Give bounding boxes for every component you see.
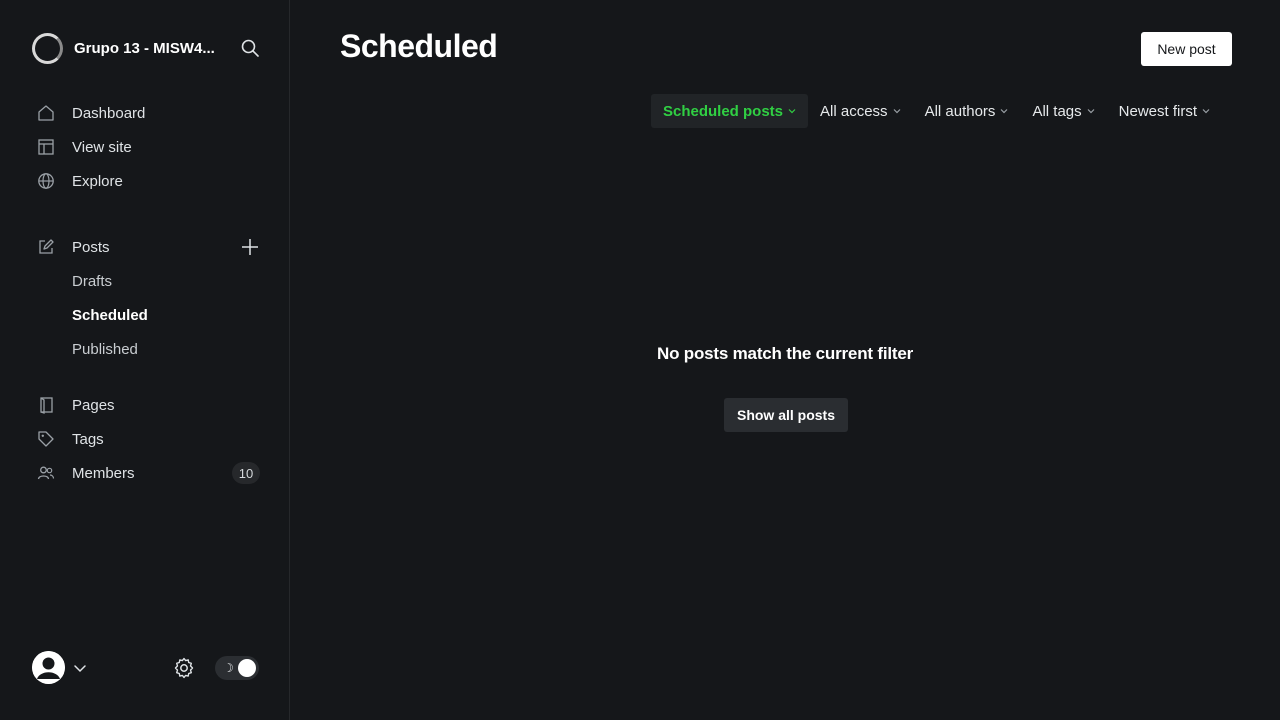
members-count-badge: 10 — [232, 462, 260, 484]
theme-toggle[interactable]: ☽ — [215, 656, 259, 680]
nav-view-site[interactable]: View site — [36, 135, 260, 159]
filter-authors[interactable]: All authors — [913, 94, 1021, 128]
filter-tags[interactable]: All tags — [1020, 94, 1106, 128]
filter-bar: Scheduled posts All access All authors A… — [651, 94, 1222, 128]
site-brand[interactable]: Grupo 13 - MISW4... — [32, 32, 262, 64]
nav-posts-label: Posts — [72, 238, 110, 256]
nav-tags[interactable]: Tags — [36, 427, 260, 451]
nav-view-site-label: View site — [72, 138, 132, 156]
filter-order-label: Newest first — [1118, 102, 1197, 120]
chevron-down-icon — [788, 107, 796, 115]
subnav-drafts[interactable]: Drafts — [72, 269, 112, 293]
members-icon — [36, 463, 56, 483]
new-post-plus-icon[interactable] — [238, 235, 262, 259]
filter-tags-label: All tags — [1032, 102, 1082, 120]
edit-icon — [36, 237, 56, 257]
avatar[interactable] — [32, 651, 65, 684]
layout-icon — [36, 137, 56, 157]
subnav-scheduled[interactable]: Scheduled — [72, 303, 148, 327]
tag-icon — [36, 429, 56, 449]
nav-pages[interactable]: Pages — [36, 393, 260, 417]
filter-order[interactable]: Newest first — [1107, 94, 1222, 128]
subnav-published[interactable]: Published — [72, 337, 138, 361]
moon-icon: ☽ — [223, 661, 234, 675]
page-title: Scheduled — [340, 28, 498, 64]
filter-type-label: Scheduled posts — [663, 102, 784, 120]
nav-explore-label: Explore — [72, 172, 123, 190]
search-icon[interactable] — [240, 38, 260, 58]
sidebar: Grupo 13 - MISW4... Dashboard View site … — [0, 0, 290, 720]
nav-posts[interactable]: Posts — [36, 235, 260, 259]
home-icon — [36, 103, 56, 123]
chevron-down-icon — [1202, 107, 1210, 115]
new-post-button[interactable]: New post — [1141, 32, 1232, 66]
nav-tags-label: Tags — [72, 430, 104, 448]
chevron-down-icon[interactable] — [72, 660, 88, 676]
filter-access-label: All access — [820, 102, 888, 120]
chevron-down-icon — [1000, 107, 1008, 115]
filter-authors-label: All authors — [924, 102, 996, 120]
globe-icon — [36, 171, 56, 191]
nav-members[interactable]: Members — [36, 461, 260, 485]
nav-dashboard-label: Dashboard — [72, 104, 146, 122]
nav-pages-label: Pages — [72, 396, 115, 414]
site-logo — [32, 32, 63, 64]
page-icon — [36, 395, 56, 415]
filter-type[interactable]: Scheduled posts — [651, 94, 809, 128]
empty-state-message: No posts match the current filter — [657, 344, 913, 363]
nav-explore[interactable]: Explore — [36, 169, 260, 193]
site-name: Grupo 13 - MISW4... — [74, 39, 215, 57]
filter-access[interactable]: All access — [808, 94, 913, 128]
chevron-down-icon — [1087, 107, 1095, 115]
chevron-down-icon — [893, 107, 901, 115]
nav-members-label: Members — [72, 464, 135, 482]
nav-dashboard[interactable]: Dashboard — [36, 101, 260, 125]
show-all-posts-button[interactable]: Show all posts — [724, 398, 848, 432]
settings-gear-icon[interactable] — [172, 656, 196, 680]
toggle-knob — [238, 659, 256, 677]
